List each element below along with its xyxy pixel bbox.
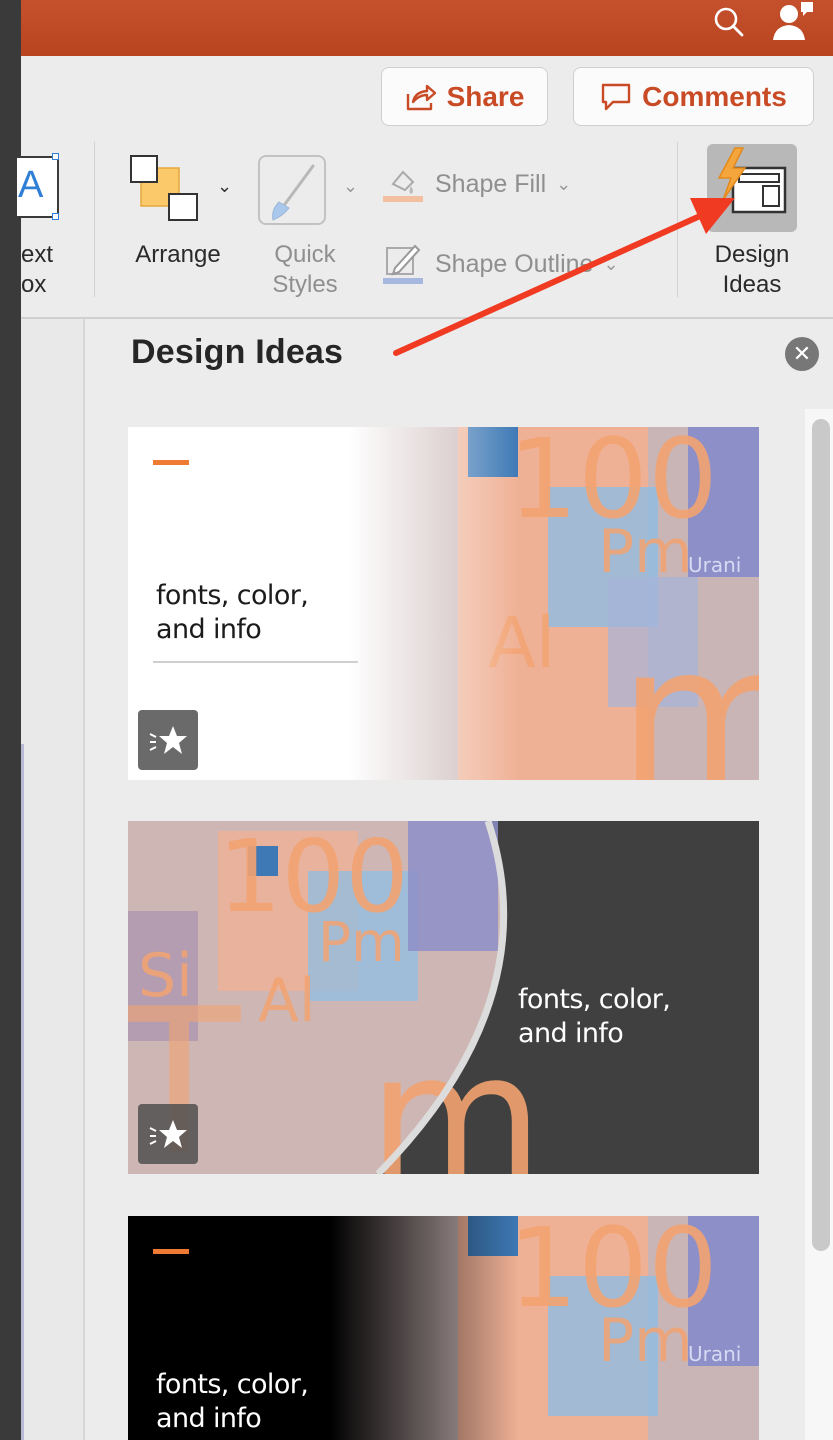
quick-styles-label-line2: Styles bbox=[272, 271, 338, 298]
shape-outline-button[interactable]: Shape Outline ⌄ bbox=[381, 242, 619, 286]
quick-styles-label: Quick Styles bbox=[257, 240, 353, 300]
design-ideas-button[interactable] bbox=[707, 144, 797, 232]
thumbnail-text-line1: fonts, color, bbox=[156, 1369, 309, 1400]
ribbon-divider bbox=[677, 142, 678, 297]
thumbnail-text-line2: and info bbox=[156, 1403, 262, 1434]
thumbnail-text-line1: fonts, color, bbox=[518, 984, 671, 1015]
sparkle-star-icon bbox=[149, 1120, 187, 1148]
design-idea-thumbnail-1[interactable]: 100 Pm Al m Urani fonts, color, and info bbox=[128, 427, 759, 780]
arrange-icon[interactable] bbox=[129, 152, 201, 224]
text-box-label-line2: ox bbox=[21, 271, 47, 298]
panel-title: Design Ideas bbox=[131, 333, 344, 371]
quick-styles-icon[interactable] bbox=[257, 154, 327, 226]
search-icon[interactable] bbox=[711, 4, 747, 40]
design-ideas-label-line2: Ideas bbox=[722, 271, 782, 298]
person-icon[interactable] bbox=[771, 0, 815, 44]
quick-styles-label-line1: Quick bbox=[274, 241, 336, 268]
design-ideas-label: Design Ideas bbox=[697, 240, 807, 300]
accent-dash bbox=[153, 1249, 189, 1254]
thumbnail-text-line1: fonts, color, bbox=[156, 580, 309, 611]
design-star-badge-icon bbox=[138, 1104, 198, 1164]
accent-dash bbox=[153, 460, 189, 465]
ribbon-divider bbox=[94, 142, 95, 297]
selection-handle bbox=[52, 213, 59, 220]
comment-icon bbox=[601, 83, 631, 110]
text-box-icon[interactable]: A bbox=[15, 153, 59, 220]
title-bar bbox=[21, 0, 833, 56]
shape-outline-label: Shape Outline bbox=[435, 249, 594, 278]
share-bar: Share Comments bbox=[21, 56, 833, 142]
shape-outline-chevron-down-icon[interactable]: ⌄ bbox=[603, 254, 618, 275]
shape-fill-label: Shape Fill bbox=[435, 169, 547, 198]
svg-text:Al: Al bbox=[258, 966, 316, 1036]
design-idea-thumbnail-3[interactable]: 100 Pm Urani fonts, color, and info bbox=[128, 1216, 759, 1440]
pencil-icon bbox=[383, 244, 423, 284]
text-box-label: ext ox bbox=[21, 240, 54, 300]
arrange-chevron-down-icon[interactable]: ⌄ bbox=[217, 176, 232, 197]
svg-text:Pm: Pm bbox=[318, 910, 405, 974]
quick-styles-chevron-down-icon[interactable]: ⌄ bbox=[343, 176, 358, 197]
text-a-glyph: A bbox=[18, 164, 44, 206]
shape-fill-button[interactable]: Shape Fill ⌄ bbox=[381, 162, 571, 206]
design-idea-thumbnail-2[interactable]: 100 Pm Si Al m T fonts, color, and info bbox=[128, 821, 759, 1174]
arrange-label: Arrange bbox=[135, 241, 221, 268]
thumbnail-text: fonts, color, and info bbox=[518, 983, 671, 1051]
design-ideas-panel: Design Ideas ✕ 100 Pm Al m Urani bbox=[85, 319, 833, 1440]
shape-fill-chevron-down-icon[interactable]: ⌄ bbox=[556, 174, 571, 195]
paint-bucket-icon bbox=[383, 170, 423, 202]
sparkle-star-icon bbox=[149, 726, 187, 754]
slide-canvas bbox=[21, 319, 83, 1440]
design-ideas-icon bbox=[717, 147, 787, 214]
share-button[interactable]: Share bbox=[381, 67, 548, 126]
thumbnail-text: fonts, color, and info bbox=[156, 1368, 309, 1436]
share-icon bbox=[406, 84, 436, 110]
thumbnail-text: fonts, color, and info bbox=[156, 579, 309, 647]
ribbon-toolbar: A ext ox ⌄ Arrange ⌄ Quick Styles Shape … bbox=[15, 142, 833, 318]
slide-edge bbox=[21, 744, 24, 1440]
thumbnail-text-line2: and info bbox=[156, 614, 262, 645]
comments-label: Comments bbox=[642, 80, 787, 112]
close-icon[interactable]: ✕ bbox=[785, 337, 819, 371]
panel-scrollbar-thumb[interactable] bbox=[812, 419, 830, 1251]
design-star-badge-icon bbox=[138, 710, 198, 770]
comments-button[interactable]: Comments bbox=[573, 67, 814, 126]
design-ideas-label-line1: Design bbox=[714, 241, 790, 268]
share-label: Share bbox=[446, 80, 525, 112]
thumbnail-text-line2: and info bbox=[518, 1018, 624, 1049]
selection-handle bbox=[52, 153, 59, 160]
text-box-label-line1: ext bbox=[21, 241, 54, 268]
